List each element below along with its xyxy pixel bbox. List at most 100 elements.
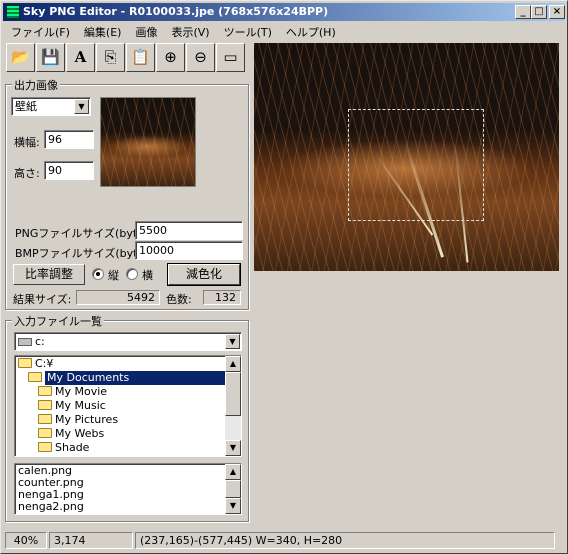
minimize-button[interactable]: _ [515, 5, 531, 19]
drive-value: c: [35, 335, 45, 348]
output-mode-select[interactable]: 壁紙 ▼ [11, 97, 91, 116]
folder-list[interactable]: C:¥ My Documents My Movie My Music My Pictur… [14, 355, 242, 457]
width-label: 横幅: [14, 136, 40, 149]
folder-icon [38, 428, 52, 438]
folder-item[interactable]: My Music [15, 399, 241, 413]
app-window: Sky PNG Editor - R0100033.jpe (768x576x2… [0, 0, 568, 554]
folder-icon [38, 442, 52, 452]
scroll-up-icon[interactable]: ▲ [225, 356, 241, 372]
folder-rows: C:¥ My Documents My Movie My Music My Pictur… [15, 356, 241, 455]
drive-icon [18, 338, 32, 346]
file-scrollbar[interactable]: ▲ ▼ [225, 464, 241, 514]
text-icon: A [74, 48, 87, 66]
vertical-radio-label: 縦 [108, 269, 119, 282]
main-image-preview[interactable] [254, 43, 559, 271]
folder-item[interactable]: My Pictures [15, 413, 241, 427]
folder-icon [38, 400, 52, 410]
width-value: 96 [48, 133, 62, 146]
result-size-label: 結果サイズ: [13, 293, 72, 306]
window-title: Sky PNG Editor - R0100033.jpe (768x576x2… [23, 5, 329, 18]
scroll-thumb[interactable] [225, 480, 241, 498]
folder-label: Shade [55, 441, 90, 454]
menu-file[interactable]: ファイル(F) [3, 24, 76, 40]
window-icon: ▭ [223, 48, 238, 66]
height-field[interactable]: 90 [44, 161, 94, 180]
copy-icon: ⎘ [104, 48, 117, 66]
result-size-value: 5492 [76, 290, 160, 305]
folder-item[interactable]: C:¥ [15, 357, 241, 371]
input-group: 入力ファイル一覧 c: ▼ C:¥ My Documents My Movie My … [5, 313, 249, 522]
output-preview-image [100, 97, 196, 187]
zoom-in-button[interactable]: ⊕ [156, 43, 185, 72]
folder-label: My Pictures [55, 413, 119, 426]
folder-label: My Music [55, 399, 106, 412]
folder-item[interactable]: Shade [15, 441, 241, 455]
selection-rectangle[interactable] [348, 109, 484, 221]
zoom-in-icon: ⊕ [164, 48, 177, 66]
height-value: 90 [48, 164, 62, 177]
input-group-label: 入力ファイル一覧 [12, 313, 104, 329]
zoom-out-icon: ⊖ [194, 48, 207, 66]
folder-icon [38, 414, 52, 424]
color-count-label: 色数: [166, 293, 192, 306]
folder-item[interactable]: My Webs [15, 427, 241, 441]
menu-tools[interactable]: ツール(T) [216, 24, 278, 40]
menu-edit[interactable]: 編集(E) [76, 24, 128, 40]
save-icon: 💾 [41, 48, 60, 66]
bmp-size-field[interactable]: 10000 [135, 241, 243, 260]
menu-help[interactable]: ヘルプ(H) [278, 24, 342, 40]
scroll-down-icon[interactable]: ▼ [225, 498, 241, 514]
width-field[interactable]: 96 [44, 130, 94, 149]
status-selection: (237,165)-(577,445) W=340, H=280 [135, 532, 555, 549]
png-size-value: 5500 [139, 224, 167, 237]
status-colors: 3,174 [49, 532, 133, 549]
folder-label: My Movie [55, 385, 108, 398]
menu-image[interactable]: 画像 [127, 24, 163, 40]
menu-view[interactable]: 表示(V) [163, 24, 215, 40]
zoom-out-button[interactable]: ⊖ [186, 43, 215, 72]
text-button[interactable]: A [66, 43, 95, 72]
paste-button[interactable]: 📋 [126, 43, 155, 72]
vertical-radio[interactable] [92, 268, 104, 280]
chevron-down-icon[interactable]: ▼ [225, 334, 240, 349]
folder-scrollbar[interactable]: ▲ ▼ [225, 356, 241, 456]
folder-item[interactable]: My Documents [15, 371, 241, 385]
png-size-field[interactable]: 5500 [135, 221, 243, 240]
file-list[interactable]: calen.png counter.png nenga1.png nenga2.png… [14, 463, 242, 515]
open-icon: 📂 [11, 48, 30, 66]
reduce-colors-button[interactable]: 減色化 [167, 263, 241, 286]
scroll-thumb[interactable] [225, 372, 241, 416]
toolbar: 📂 💾 A ⎘ 📋 ⊕ ⊖ ▭ [6, 43, 246, 73]
output-group: 出力画像 壁紙 ▼ 横幅: 96 高さ: 90 PNGファイルサイズ(byte)… [5, 77, 249, 310]
window-button[interactable]: ▭ [216, 43, 245, 72]
scroll-up-icon[interactable]: ▲ [225, 464, 241, 480]
paste-icon: 📋 [131, 48, 150, 66]
folder-icon [28, 372, 42, 382]
horizontal-radio[interactable] [126, 268, 138, 280]
maximize-button[interactable]: □ [531, 5, 547, 19]
scroll-down-icon[interactable]: ▼ [225, 440, 241, 456]
chevron-down-icon[interactable]: ▼ [74, 99, 89, 114]
file-item[interactable]: nenga2.png [18, 501, 241, 513]
folder-item[interactable]: My Movie [15, 385, 241, 399]
color-count-value: 132 [203, 290, 241, 305]
folder-label: My Documents [45, 371, 225, 385]
drive-select[interactable]: c: ▼ [14, 332, 242, 351]
title-bar[interactable]: Sky PNG Editor - R0100033.jpe (768x576x2… [3, 3, 565, 21]
bmp-size-label: BMPファイルサイズ(byte): [15, 247, 153, 260]
output-group-label: 出力画像 [12, 77, 60, 93]
ratio-adjust-button[interactable]: 比率調整 [13, 264, 85, 285]
copy-button[interactable]: ⎘ [96, 43, 125, 72]
close-button[interactable]: × [549, 5, 565, 19]
folder-label: My Webs [55, 427, 105, 440]
app-icon [6, 5, 20, 19]
folder-icon [18, 358, 32, 368]
folder-icon [38, 386, 52, 396]
menu-bar: ファイル(F) 編集(E) 画像 表示(V) ツール(T) ヘルプ(H) [3, 23, 565, 41]
folder-label: C:¥ [35, 357, 54, 370]
file-rows: calen.png counter.png nenga1.png nenga2.png [15, 464, 241, 513]
horizontal-radio-label: 横 [142, 269, 153, 282]
open-button[interactable]: 📂 [6, 43, 35, 72]
save-button[interactable]: 💾 [36, 43, 65, 72]
status-bar: 40% 3,174 (237,165)-(577,445) W=340, H=2… [5, 532, 565, 550]
